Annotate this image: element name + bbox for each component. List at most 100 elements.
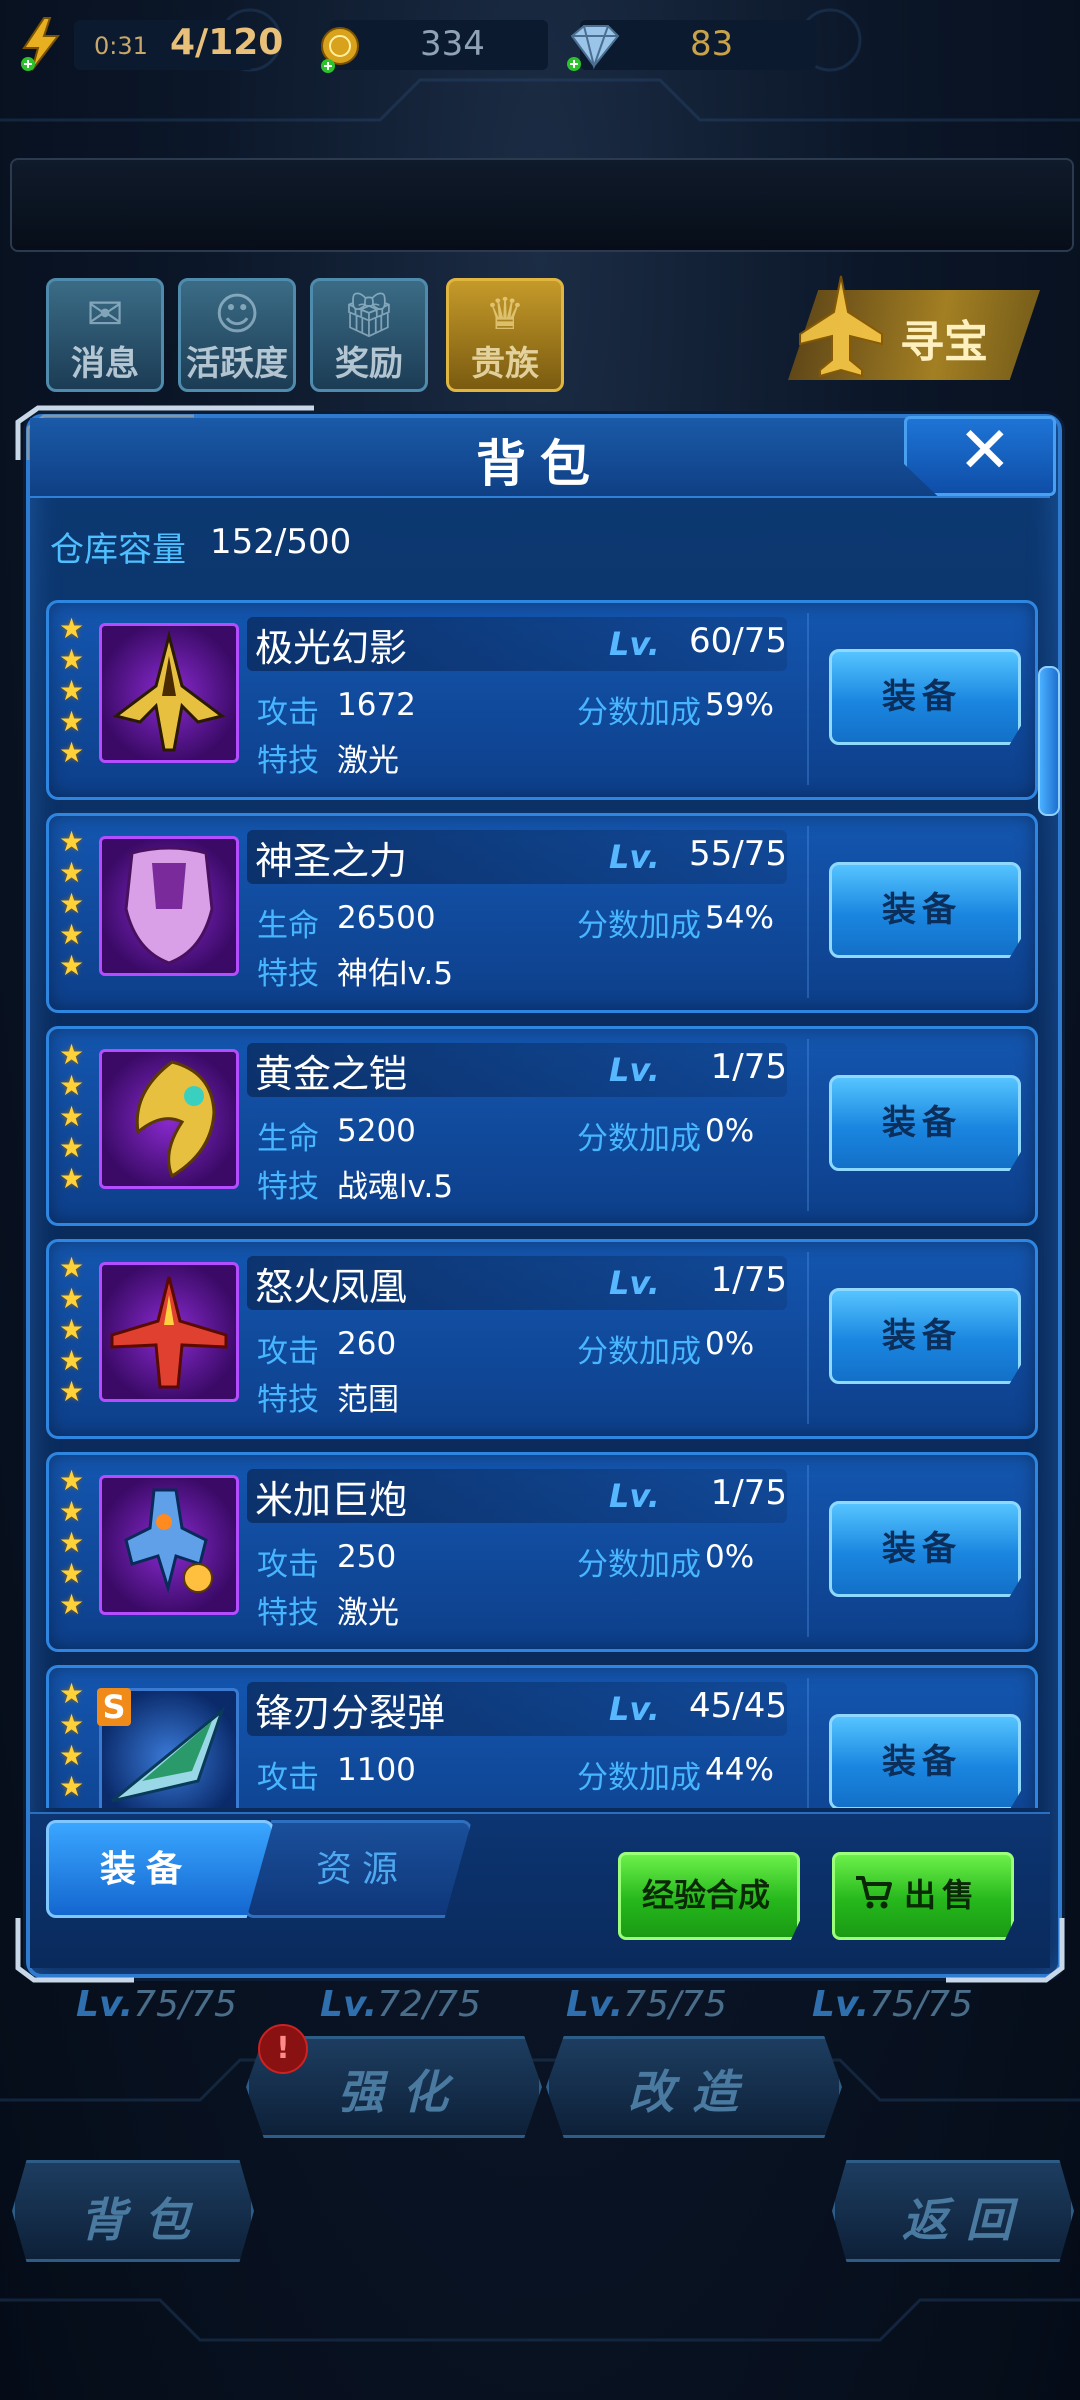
- skill-label: 特技: [257, 1169, 319, 1205]
- item-name: 锋刃分裂弹: [255, 1691, 446, 1735]
- item-level: 60/75: [689, 621, 787, 661]
- equip-label[interactable]: 装备: [829, 882, 1015, 931]
- dialog-corner-ornament: [15, 1918, 134, 1983]
- gift-icon: 🎁︎: [341, 290, 397, 341]
- messages-button[interactable]: ✉ 消息: [46, 278, 164, 392]
- star-icon: ★: [59, 918, 85, 951]
- rewards-button[interactable]: 🎁︎ 奖励: [310, 278, 428, 392]
- stat-label: 攻击: [257, 695, 319, 731]
- star-icon: ★: [59, 1526, 85, 1559]
- star-icon: ★: [59, 856, 85, 889]
- stat-label: 攻击: [257, 1547, 319, 1583]
- star-icon: ★: [59, 705, 85, 738]
- dialog-corner-ornament: [946, 1918, 1065, 1983]
- star-icon: ★: [59, 1069, 85, 1102]
- bonus-value: 59%: [705, 687, 774, 723]
- level-tag: Lv.: [609, 1690, 660, 1728]
- stat-label: 生命: [257, 908, 319, 944]
- exp-synthesis-label[interactable]: 经验合成: [618, 1870, 794, 1916]
- item-level: 1/75: [710, 1260, 787, 1300]
- star-icon: ★: [59, 1557, 85, 1590]
- star-icon: ★: [59, 1131, 85, 1164]
- star-rating: ★ ★ ★ ★ ★: [59, 1039, 89, 1194]
- capacity-value: 152/500: [210, 522, 352, 562]
- star-icon: ★: [59, 1677, 85, 1710]
- skill-label: 特技: [257, 1595, 319, 1631]
- item-level: 55/75: [689, 834, 787, 874]
- alert-badge: !: [258, 2024, 308, 2074]
- star-rating: ★ ★ ★ ★ ★: [59, 826, 89, 981]
- star-icon: ★: [59, 1162, 85, 1195]
- menu-label: 贵族: [471, 344, 539, 384]
- menu-label: 消息: [71, 344, 139, 384]
- equip-label[interactable]: 装备: [829, 1521, 1015, 1570]
- phoenix-jet-thumbnail: [99, 1262, 239, 1402]
- bg-level-4: Lv.75/75: [812, 1984, 973, 2025]
- star-icon: ★: [59, 1770, 85, 1803]
- level-tag: Lv.: [609, 838, 660, 876]
- list-item[interactable]: ★ ★ ★ ★ ★ 神圣之力 Lv. 55/75 生命 26500 分数加成 54% 特…: [46, 813, 1038, 1013]
- skill-label: 特技: [257, 956, 319, 992]
- list-item[interactable]: ★ ★ ★ ★ ★ 极光幻影 Lv. 60/75 攻击 1672 分数加成 59% 特技…: [46, 600, 1038, 800]
- star-rating: ★ ★ ★ ★ ★: [59, 1465, 89, 1620]
- bg-level-1: Lv.75/75: [76, 1984, 237, 2025]
- mail-icon: ✉: [86, 289, 124, 340]
- modify-label: 改造: [628, 2065, 756, 2119]
- list-item[interactable]: ★ ★ ★ ★ ★ 怒火凤凰 Lv. 1/75 攻击 260 分数加成 0% 特技 范围…: [46, 1239, 1038, 1439]
- star-rating: ★ ★ ★ ★ ★: [59, 1252, 89, 1407]
- tab-resources-label[interactable]: 资源: [262, 1840, 462, 1892]
- skill-label: 特技: [257, 1382, 319, 1418]
- star-icon: ★: [59, 1588, 85, 1621]
- activity-button[interactable]: ☺ 活跃度: [178, 278, 296, 392]
- star-icon: ★: [59, 887, 85, 920]
- capacity-label: 仓库容量: [50, 530, 186, 570]
- equip-label[interactable]: 装备: [829, 1095, 1015, 1144]
- stat-value: 1100: [337, 1752, 416, 1788]
- list-item[interactable]: ★ ★ ★ ★ ★ 黄金之铠 Lv. 1/75 生命 5200 分数加成 0% 特技 战…: [46, 1026, 1038, 1226]
- star-icon: ★: [59, 1282, 85, 1315]
- equip-label[interactable]: 装备: [829, 1308, 1015, 1357]
- bonus-value: 54%: [705, 900, 774, 936]
- equip-label[interactable]: 装备: [829, 669, 1015, 718]
- stat-value: 26500: [337, 900, 436, 936]
- star-icon: ★: [59, 1464, 85, 1497]
- bonus-label: 分数加成: [577, 1121, 701, 1157]
- equip-label[interactable]: 装备: [829, 1734, 1015, 1783]
- level-tag: Lv.: [609, 1264, 660, 1302]
- menu-label: 活跃度: [186, 344, 288, 384]
- diamond-icon[interactable]: [564, 22, 620, 72]
- strengthen-label: 强化: [338, 2065, 466, 2119]
- star-icon: ★: [59, 1708, 85, 1741]
- list-item[interactable]: ★ ★ ★ ★ S 锋刃分裂弹 Lv. 45/45 攻击 1100 分数加成 44% …: [46, 1665, 1038, 1808]
- skill-value: 激光: [337, 743, 399, 779]
- lightning-icon[interactable]: [18, 16, 64, 72]
- coin-icon[interactable]: [316, 24, 366, 74]
- item-name: 怒火凤凰: [255, 1265, 408, 1309]
- list-scrollbar[interactable]: [1038, 666, 1060, 816]
- star-icon: ★: [59, 1375, 85, 1408]
- noble-button[interactable]: ♛ 贵族: [446, 278, 564, 392]
- close-icon[interactable]: ✕: [958, 414, 1012, 488]
- stat-value: 1672: [337, 687, 416, 723]
- list-item[interactable]: ★ ★ ★ ★ ★ 米加巨炮 Lv. 1/75 攻击 250 分数加成 0% 特技 激光…: [46, 1452, 1038, 1652]
- item-level: 45/45: [689, 1686, 787, 1726]
- bonus-value: 0%: [705, 1113, 755, 1149]
- level-tag: Lv.: [609, 1051, 660, 1089]
- star-icon: ★: [59, 674, 85, 707]
- star-icon: ★: [59, 1344, 85, 1377]
- star-icon: ★: [59, 1495, 85, 1528]
- plane-icon: [799, 275, 883, 378]
- golden-armor-thumbnail: [99, 1049, 239, 1189]
- cart-icon: [856, 1876, 892, 1909]
- tab-equipment-label[interactable]: 装备: [46, 1840, 246, 1892]
- noble-crest-icon: ♛: [485, 289, 525, 340]
- skill-value: 战魂lv.5: [337, 1169, 454, 1205]
- coin-count: 334: [420, 24, 485, 64]
- star-icon: ★: [59, 612, 85, 645]
- star-rating: ★ ★ ★ ★ ★: [59, 613, 89, 768]
- item-list[interactable]: ★ ★ ★ ★ ★ 极光幻影 Lv. 60/75 攻击 1672 分数加成 59% 特技…: [40, 596, 1040, 1808]
- star-icon: ★: [59, 949, 85, 982]
- skill-value: 分裂: [337, 1800, 399, 1808]
- sell-label[interactable]: 出售: [904, 1870, 994, 1916]
- bonus-value: 44%: [705, 1752, 774, 1788]
